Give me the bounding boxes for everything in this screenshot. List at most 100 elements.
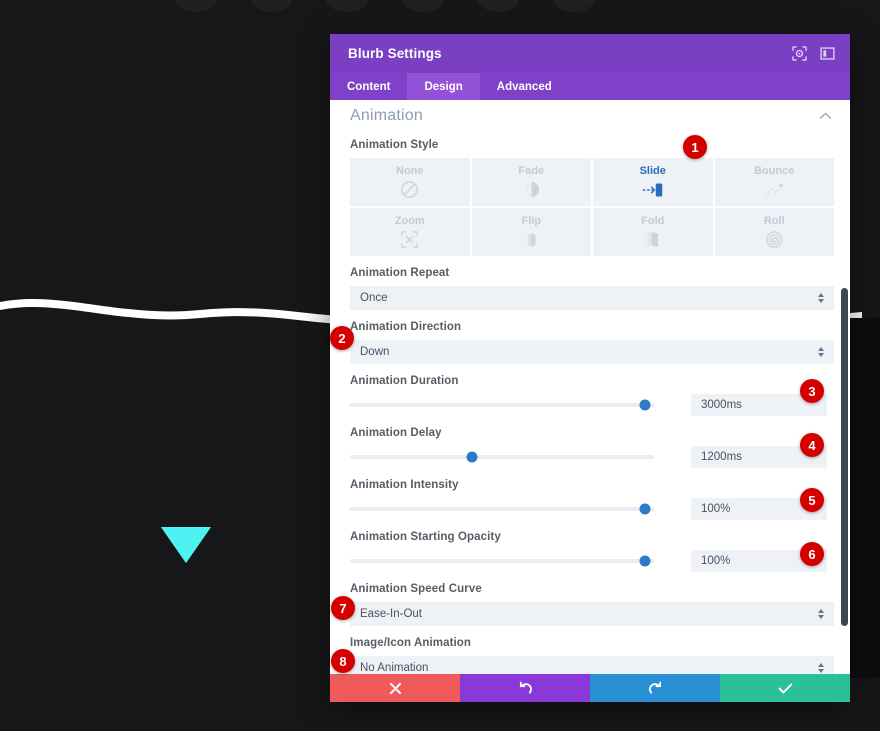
slider-knob[interactable]: [639, 399, 651, 411]
field-label: Animation Repeat: [350, 267, 450, 279]
annotation-badge-5: 5: [800, 488, 824, 512]
flip-panel-icon: [521, 230, 541, 250]
style-tile-label: Zoom: [394, 214, 425, 227]
modal-footer: [330, 674, 850, 702]
slide-arrow-icon: [641, 180, 665, 200]
select-value: Down: [360, 346, 390, 358]
tab-content[interactable]: Content: [330, 73, 407, 100]
redo-arrow-icon: [648, 681, 661, 694]
cyan-triangle-shape: [161, 527, 211, 563]
chevron-updown-icon: [818, 609, 824, 619]
style-tile-label: Fold: [641, 214, 665, 227]
field-label: Animation Style: [350, 139, 439, 151]
layout-panel-icon[interactable]: [819, 45, 836, 62]
input-value: 100%: [701, 503, 731, 515]
style-tile-label: Roll: [763, 214, 785, 227]
slider-row: 1200ms: [350, 446, 834, 468]
field-animation-starting-opacity: Animation Starting Opacity 100%: [350, 531, 834, 572]
tab-design[interactable]: Design: [407, 73, 480, 100]
tab-advanced[interactable]: Advanced: [480, 73, 569, 100]
chevron-up-icon[interactable]: [819, 110, 832, 122]
slider-row: 100%: [350, 498, 834, 520]
style-tile-flip[interactable]: Flip: [471, 208, 591, 256]
chevron-updown-icon: [818, 293, 824, 303]
style-tile-label: Slide: [639, 164, 666, 177]
slider-knob[interactable]: [466, 451, 478, 463]
field-animation-repeat: Animation Repeat Once: [350, 267, 834, 310]
roll-spiral-icon: [765, 230, 784, 250]
select-animation-speed-curve[interactable]: Ease-In-Out: [350, 602, 834, 626]
modal-scrollbar[interactable]: [841, 100, 848, 674]
style-tile-zoom[interactable]: Zoom: [350, 208, 470, 256]
fade-half-circle-icon: [522, 180, 541, 200]
select-animation-direction[interactable]: Down: [350, 340, 834, 364]
field-animation-delay: Animation Delay 1200ms: [350, 427, 834, 468]
style-tile-label: Bounce: [754, 164, 795, 177]
background-ghost-shapes: [175, 0, 596, 12]
slider-animation-duration[interactable]: [350, 395, 654, 415]
select-animation-repeat[interactable]: Once: [350, 286, 834, 310]
style-tile-fold[interactable]: Fold: [593, 208, 713, 256]
annotation-badge-7: 7: [331, 596, 355, 620]
scrollbar-thumb[interactable]: [841, 288, 848, 626]
checkmark-icon: [778, 682, 792, 694]
field-animation-style: Animation Style None Fade Slide Bounce Z…: [350, 139, 834, 256]
field-image-icon-animation: Image/Icon Animation No Animation: [350, 637, 834, 674]
slider-knob[interactable]: [639, 555, 651, 567]
annotation-badge-3: 3: [800, 379, 824, 403]
style-tile-label: Fade: [518, 164, 545, 177]
slider-animation-intensity[interactable]: [350, 499, 654, 519]
slider-knob[interactable]: [639, 503, 651, 515]
fold-page-icon: [643, 230, 662, 250]
slider-row: 100%: [350, 550, 834, 572]
cancel-button[interactable]: [330, 674, 460, 702]
save-button[interactable]: [720, 674, 850, 702]
chevron-updown-icon: [818, 347, 824, 357]
animation-section-header[interactable]: Animation: [350, 100, 834, 128]
blurb-settings-modal: Blurb Settings Content Design Advanced A…: [330, 34, 850, 702]
field-animation-direction: Animation Direction Down: [350, 321, 834, 364]
modal-tabbar: Content Design Advanced: [330, 73, 850, 100]
field-label: Animation Direction: [350, 321, 462, 333]
slider-animation-delay[interactable]: [350, 447, 654, 467]
input-value: 3000ms: [701, 399, 742, 411]
input-value: 1200ms: [701, 451, 742, 463]
field-label: Image/Icon Animation: [350, 637, 472, 649]
no-entry-icon: [400, 180, 419, 200]
redo-button[interactable]: [590, 674, 720, 702]
undo-button[interactable]: [460, 674, 590, 702]
annotation-badge-2: 2: [330, 326, 354, 350]
modal-header: Blurb Settings: [330, 34, 850, 73]
section-title: Animation: [350, 107, 423, 124]
style-tile-fade[interactable]: Fade: [471, 158, 591, 206]
slider-animation-starting-opacity[interactable]: [350, 551, 654, 571]
field-label: Animation Speed Curve: [350, 583, 482, 595]
style-tile-bounce[interactable]: Bounce: [714, 158, 834, 206]
field-label: Animation Duration: [350, 375, 459, 387]
annotation-badge-1: 1: [683, 135, 707, 159]
style-tile-roll[interactable]: Roll: [714, 208, 834, 256]
slider-row: 3000ms: [350, 394, 834, 416]
style-tile-none[interactable]: None: [350, 158, 470, 206]
style-tile-label: None: [396, 164, 424, 177]
header-icon-group: [791, 45, 836, 62]
field-label: Animation Delay: [350, 427, 442, 439]
field-label: Animation Intensity: [350, 479, 459, 491]
chevron-updown-icon: [818, 663, 824, 673]
select-value: No Animation: [360, 662, 429, 674]
style-tile-slide[interactable]: Slide: [593, 158, 713, 206]
field-label: Animation Starting Opacity: [350, 531, 501, 543]
close-x-icon: [389, 682, 401, 694]
slider-track: [350, 403, 654, 407]
target-icon[interactable]: [791, 45, 808, 62]
slider-track: [350, 559, 654, 563]
modal-body: Animation Animation Style None Fade Slid…: [330, 100, 850, 674]
slider-track: [350, 455, 654, 459]
bounce-dots-icon: [763, 180, 785, 200]
slider-track: [350, 507, 654, 511]
animation-style-grid: None Fade Slide Bounce Zoom Flip Fold Ro…: [350, 158, 834, 256]
select-image-icon-animation[interactable]: No Animation: [350, 656, 834, 674]
page-title: Blurb Settings: [348, 46, 442, 61]
field-animation-intensity: Animation Intensity 100%: [350, 479, 834, 520]
annotation-badge-6: 6: [800, 542, 824, 566]
